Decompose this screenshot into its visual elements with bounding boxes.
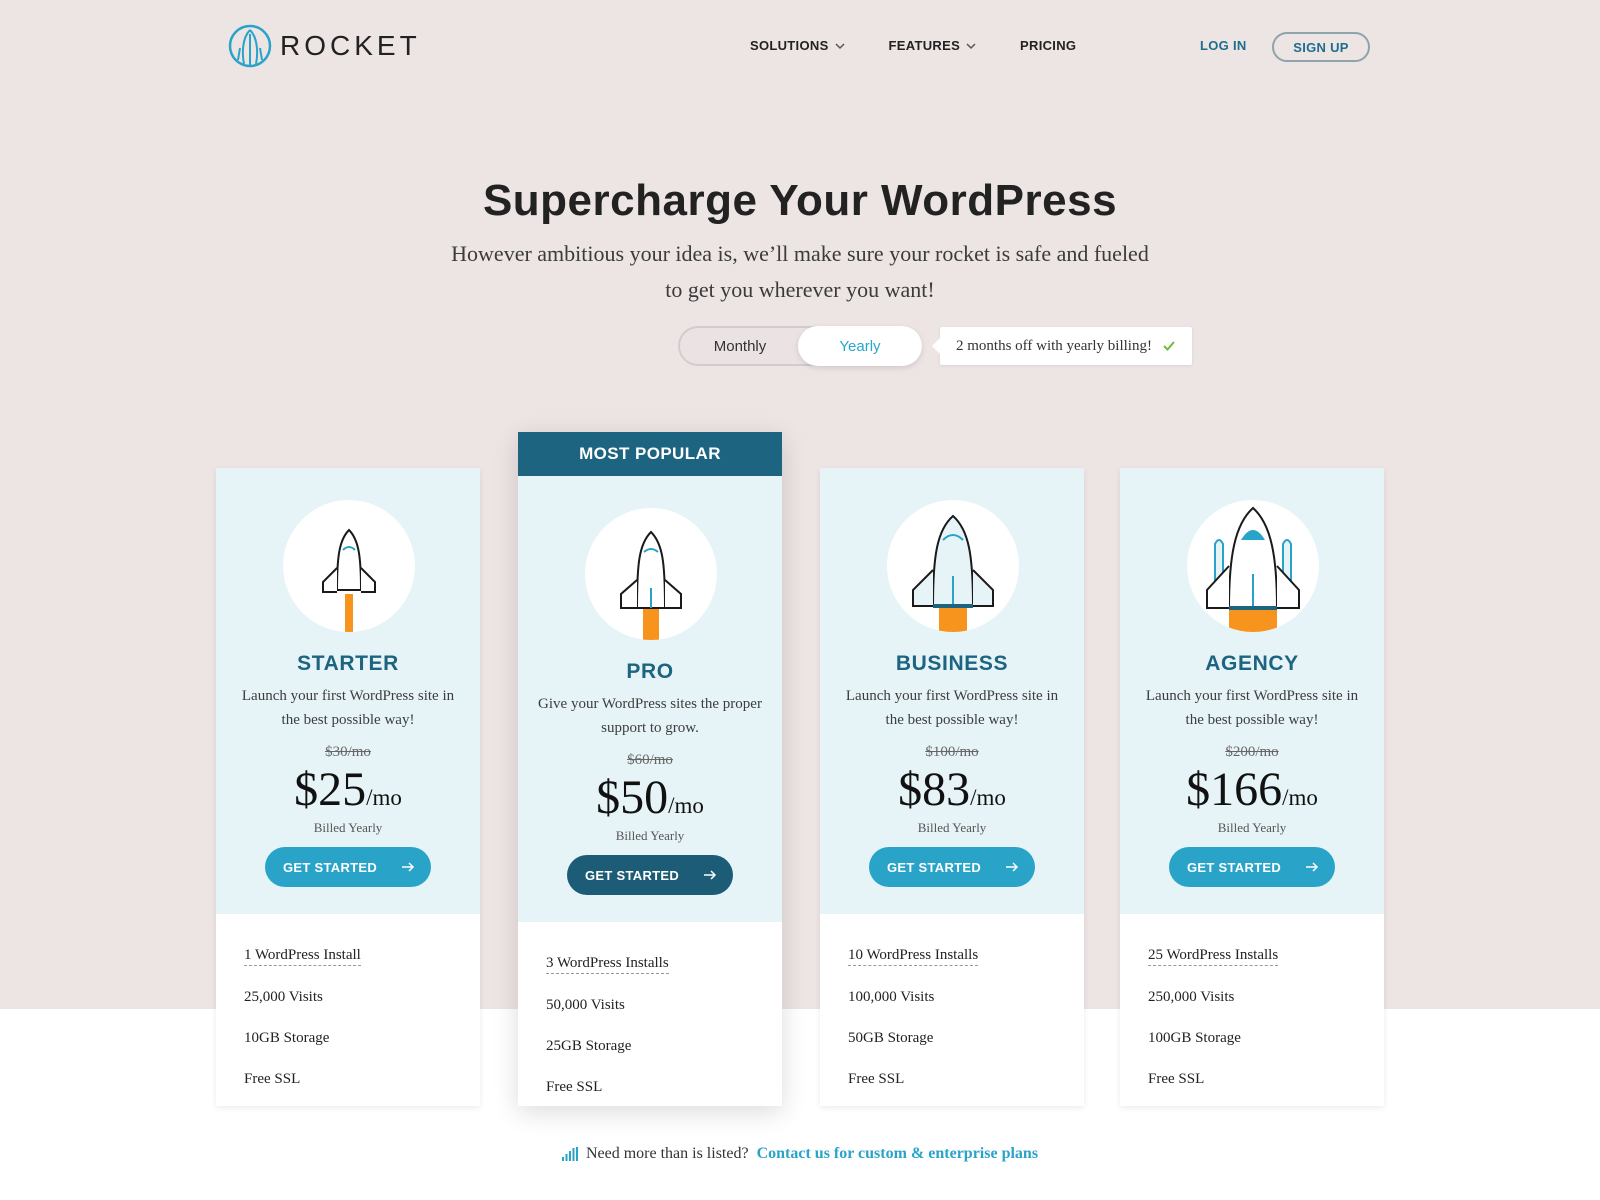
feature-item[interactable]: 25 WordPress Installs bbox=[1148, 936, 1356, 977]
nav-solutions-label: SOLUTIONS bbox=[750, 38, 829, 53]
nav-solutions[interactable]: SOLUTIONS bbox=[750, 38, 845, 53]
original-price: $200/mo bbox=[1225, 744, 1279, 760]
plan-name: STARTER bbox=[297, 652, 399, 675]
plan-card-pro: MOST POPULAR PRO Give your WordPress sit… bbox=[518, 432, 782, 1106]
plan-price: $166/mo bbox=[1120, 762, 1384, 817]
price-amount: $166 bbox=[1186, 763, 1283, 816]
brand-logo[interactable]: ROCKET bbox=[228, 24, 421, 68]
plan-card-business: BUSINESS Launch your first WordPress sit… bbox=[820, 468, 1084, 1106]
nav-pricing[interactable]: PRICING bbox=[1020, 38, 1076, 53]
get-started-button[interactable]: GET STARTED bbox=[265, 847, 431, 887]
checkmark-icon bbox=[1163, 341, 1175, 351]
get-started-button[interactable]: GET STARTED bbox=[869, 847, 1035, 887]
enterprise-note-text: Need more than is listed? bbox=[585, 1145, 749, 1162]
price-amount: $83 bbox=[898, 763, 971, 816]
price-amount: $25 bbox=[294, 763, 367, 816]
feature-item: 250,000 Visits bbox=[1148, 989, 1235, 1005]
arrow-right-icon bbox=[704, 870, 717, 880]
cta-label: GET STARTED bbox=[283, 859, 378, 875]
feature-list: 1 WordPress Install 25,000 Visits 10GB S… bbox=[216, 914, 480, 1100]
nav-features-label: FEATURES bbox=[888, 38, 961, 53]
billing-note: Billed Yearly bbox=[615, 828, 685, 843]
pro-rocket-icon bbox=[585, 508, 717, 640]
business-rocket-icon bbox=[887, 500, 1019, 632]
price-amount: $50 bbox=[596, 771, 669, 824]
billing-option-yearly[interactable]: Yearly bbox=[798, 326, 922, 366]
billing-toggle[interactable]: Monthly Yearly bbox=[678, 326, 922, 366]
plan-description: Launch your first WordPress site in the … bbox=[1145, 688, 1359, 728]
feature-item: Free SSL bbox=[848, 1071, 905, 1087]
billing-note: Billed Yearly bbox=[917, 820, 987, 835]
plan-description: Give your WordPress sites the proper sup… bbox=[538, 696, 762, 736]
billing-option-monthly[interactable]: Monthly bbox=[680, 328, 800, 364]
price-period: /mo bbox=[366, 785, 402, 810]
feature-item: 50,000 Visits bbox=[546, 997, 625, 1013]
plan-price: $50/mo bbox=[518, 770, 782, 825]
price-period: /mo bbox=[970, 785, 1006, 810]
plan-name: AGENCY bbox=[1205, 652, 1299, 675]
arrow-right-icon bbox=[1006, 862, 1019, 872]
feature-item: 25,000 Visits bbox=[244, 989, 323, 1005]
arrow-right-icon bbox=[402, 862, 415, 872]
enterprise-note: Need more than is listed? Contact us for… bbox=[0, 1145, 1600, 1163]
original-price: $30/mo bbox=[325, 744, 371, 760]
plan-price: $25/mo bbox=[216, 762, 480, 817]
feature-item: Free SSL bbox=[244, 1071, 301, 1087]
original-price: $60/mo bbox=[627, 752, 673, 768]
page-title: Supercharge Your WordPress bbox=[482, 176, 1118, 225]
feature-item: 100GB Storage bbox=[1148, 1030, 1241, 1046]
feature-item: Free SSL bbox=[1148, 1071, 1205, 1087]
most-popular-badge: MOST POPULAR bbox=[518, 432, 782, 476]
chevron-down-icon bbox=[966, 42, 976, 49]
feature-item[interactable]: 10 WordPress Installs bbox=[848, 936, 1056, 977]
price-period: /mo bbox=[668, 793, 704, 818]
yearly-promo-tooltip: 2 months off with yearly billing! bbox=[932, 327, 1192, 365]
plan-name: BUSINESS bbox=[895, 652, 1009, 675]
plan-card-agency: AGENCY Launch your first WordPress site … bbox=[1120, 468, 1384, 1106]
get-started-button[interactable]: GET STARTED bbox=[1169, 847, 1335, 887]
page-subtitle: However ambitious your idea is, we’ll ma… bbox=[451, 241, 1149, 302]
get-started-button[interactable]: GET STARTED bbox=[567, 855, 733, 895]
cta-label: GET STARTED bbox=[585, 867, 680, 883]
contact-enterprise-link[interactable]: Contact us for custom & enterprise plans bbox=[757, 1145, 1038, 1163]
plan-description: Launch your first WordPress site in the … bbox=[845, 688, 1059, 728]
nav-pricing-label: PRICING bbox=[1020, 38, 1077, 53]
brand-name: ROCKET bbox=[280, 30, 421, 61]
plan-name: PRO bbox=[626, 660, 674, 683]
cta-label: GET STARTED bbox=[887, 859, 982, 875]
chevron-down-icon bbox=[835, 42, 845, 49]
feature-item: 25GB Storage bbox=[546, 1038, 632, 1054]
starter-rocket-icon bbox=[283, 500, 415, 632]
feature-item: 50GB Storage bbox=[848, 1030, 934, 1046]
signal-bars-icon bbox=[561, 1147, 578, 1161]
plan-price: $83/mo bbox=[820, 762, 1084, 817]
cta-label: GET STARTED bbox=[1187, 859, 1282, 875]
agency-rocket-icon bbox=[1187, 500, 1319, 632]
feature-list: 25 WordPress Installs 250,000 Visits 100… bbox=[1120, 914, 1384, 1100]
price-period: /mo bbox=[1282, 785, 1318, 810]
top-navigation: ROCKET SOLUTIONS FEATURES PRICING LOG IN… bbox=[0, 0, 1600, 96]
feature-item[interactable]: 3 WordPress Installs bbox=[546, 944, 754, 985]
feature-list: 10 WordPress Installs 100,000 Visits 50G… bbox=[820, 914, 1084, 1100]
feature-item[interactable]: 1 WordPress Install bbox=[244, 936, 452, 977]
billing-note: Billed Yearly bbox=[313, 820, 383, 835]
login-link[interactable]: LOG IN bbox=[1200, 38, 1247, 53]
feature-item: 100,000 Visits bbox=[848, 989, 935, 1005]
feature-item: Free SSL bbox=[546, 1079, 603, 1095]
feature-list: 3 WordPress Installs 50,000 Visits 25GB … bbox=[518, 922, 782, 1108]
plan-card-starter: STARTER Launch your first WordPress site… bbox=[216, 468, 480, 1106]
promo-text: 2 months off with yearly billing! bbox=[956, 337, 1152, 354]
arrow-right-icon bbox=[1306, 862, 1319, 872]
billing-note: Billed Yearly bbox=[1217, 820, 1287, 835]
rocket-logo-icon bbox=[228, 24, 272, 68]
original-price: $100/mo bbox=[925, 744, 979, 760]
nav-features[interactable]: FEATURES bbox=[889, 38, 977, 53]
feature-item: 10GB Storage bbox=[244, 1030, 330, 1046]
signup-button[interactable]: SIGN UP bbox=[1272, 32, 1370, 62]
plan-description: Launch your first WordPress site in the … bbox=[241, 688, 455, 728]
